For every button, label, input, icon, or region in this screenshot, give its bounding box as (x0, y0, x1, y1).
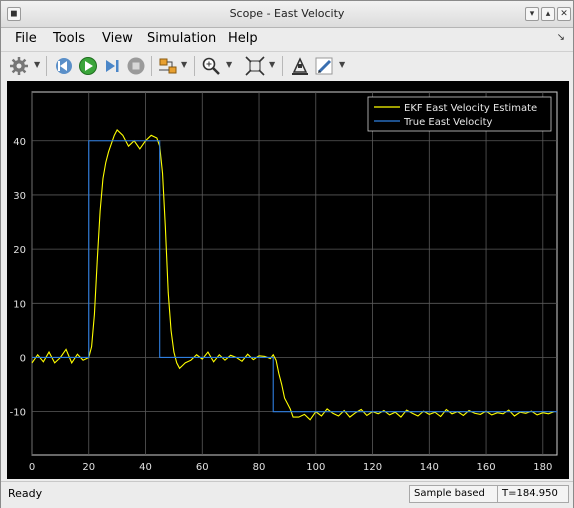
fit-to-view-icon[interactable] (244, 55, 266, 77)
edit-style-icon[interactable] (313, 55, 335, 77)
status-time: T=184.950 (497, 485, 569, 503)
menu-tools[interactable]: Tools (53, 31, 85, 46)
y-tick-label: 20 (13, 245, 26, 256)
run-icon[interactable] (77, 55, 99, 77)
zoom-icon[interactable] (200, 55, 222, 77)
menu-help[interactable]: Help (228, 31, 258, 46)
close-button[interactable]: ✕ (557, 7, 571, 21)
title-bar: ◼ Scope - East Velocity ▾ ▴ ✕ (1, 1, 573, 28)
legend-label: EKF East Velocity Estimate (404, 103, 537, 114)
x-tick-label: 20 (82, 462, 95, 473)
status-ready-text: Ready (8, 487, 43, 500)
y-tick-label: 30 (13, 191, 26, 202)
x-tick-label: 80 (253, 462, 266, 473)
scope-window: ◼ Scope - East Velocity ▾ ▴ ✕ File Tools… (0, 0, 574, 508)
x-tick-label: 120 (363, 462, 382, 473)
status-mode: Sample based (409, 485, 499, 503)
menu-simulation[interactable]: Simulation (147, 31, 216, 46)
x-tick-label: 60 (196, 462, 209, 473)
y-tick-label: -10 (10, 408, 26, 419)
gear-icon[interactable] (8, 55, 30, 77)
step-forward-icon[interactable] (101, 55, 123, 77)
status-bar: Ready Sample based T=184.950 (1, 481, 573, 508)
step-back-icon[interactable] (53, 55, 75, 77)
toolbar-separator (282, 56, 283, 76)
toolbar-separator (194, 56, 195, 76)
toolbar-separator (151, 56, 152, 76)
signal-dropdown-arrow-icon[interactable]: ▼ (181, 60, 187, 69)
maximize-button[interactable]: ▴ (541, 7, 555, 21)
minimize-button[interactable]: ▾ (525, 7, 539, 21)
style-dropdown-arrow-icon[interactable]: ▼ (339, 60, 345, 69)
legend-label: True East Velocity (403, 117, 492, 128)
window-title: Scope - East Velocity (229, 7, 345, 20)
x-tick-label: 100 (306, 462, 325, 473)
menu-file[interactable]: File (15, 31, 37, 46)
toolbar: ▼ ▼ ▼ ▼ ▼ (1, 51, 573, 80)
y-tick-label: 10 (13, 299, 26, 310)
fit-dropdown-arrow-icon[interactable]: ▼ (269, 60, 275, 69)
y-tick-label: 0 (20, 353, 26, 364)
signal-select-icon[interactable] (157, 55, 179, 77)
menu-bar: File Tools View Simulation Help ↘ (1, 28, 573, 50)
x-tick-label: 140 (420, 462, 439, 473)
zoom-dropdown-arrow-icon[interactable]: ▼ (226, 60, 232, 69)
x-tick-label: 160 (477, 462, 496, 473)
stop-icon[interactable] (125, 55, 147, 77)
menu-view[interactable]: View (102, 31, 133, 46)
highlight-icon[interactable] (289, 55, 311, 77)
settings-dropdown-arrow-icon[interactable]: ▼ (34, 60, 40, 69)
x-tick-label: 0 (29, 462, 35, 473)
toolbar-separator (46, 56, 47, 76)
x-tick-label: 180 (533, 462, 552, 473)
x-tick-label: 40 (139, 462, 152, 473)
scope-plot[interactable]: 0 20 40 60 80 100 120 140 160 180 -10 0 10 20 30 40 EKF … (7, 81, 569, 479)
y-tick-label: 40 (13, 137, 26, 148)
scope-plot-area[interactable]: 0 20 40 60 80 100 120 140 160 180 -10 0 10 20 30 40 EKF … (7, 81, 569, 479)
undock-arrow-icon[interactable]: ↘ (557, 32, 565, 43)
